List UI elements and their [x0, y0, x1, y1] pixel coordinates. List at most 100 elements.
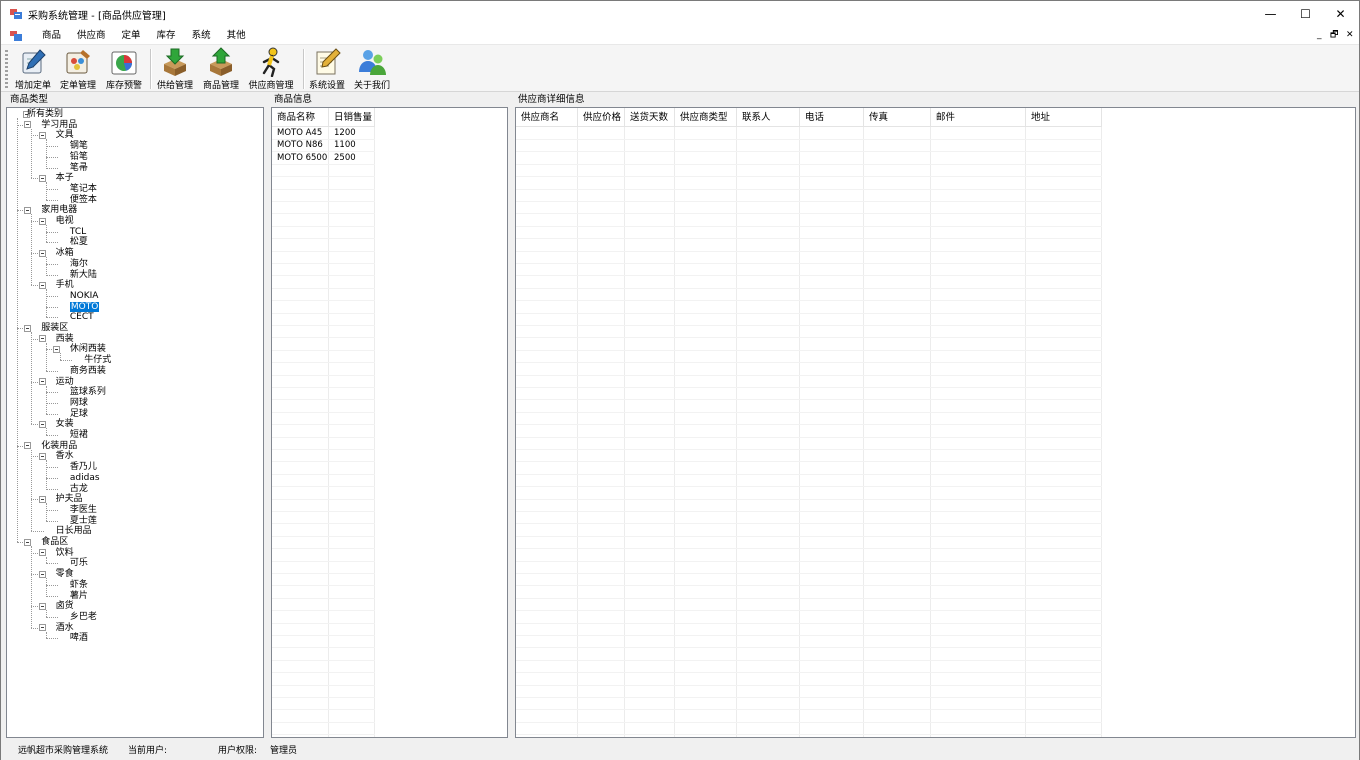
tree-node-34[interactable]: adidas	[70, 473, 100, 483]
supplier-grid[interactable]: 供应商名 供应价格 送货天数 供应商类型 联系人 电话 传真 邮件 地址	[515, 107, 1356, 748]
tree-node-5[interactable]: 笔帚	[70, 163, 88, 173]
tree-expander-icon[interactable]	[38, 570, 46, 578]
tree-node-2[interactable]: 文具	[56, 130, 74, 140]
tree-expander-icon[interactable]	[38, 217, 46, 225]
tree-expander-icon[interactable]	[24, 324, 32, 332]
tree-expander-icon[interactable]	[38, 281, 46, 289]
tree-node-25[interactable]: 运动	[56, 377, 74, 387]
goods-col-sales-header[interactable]: 日销售量	[329, 108, 375, 127]
tree-expander-icon[interactable]	[38, 131, 46, 139]
mdi-restore-button[interactable]: 🗗	[1330, 27, 1338, 44]
tree-node-24[interactable]: 商务西装	[70, 366, 106, 376]
add-order-button[interactable]: 增加定单	[13, 47, 53, 91]
menu-supplier[interactable]: 供应商	[69, 27, 114, 44]
tree-node-6[interactable]: 本子	[56, 173, 74, 183]
menu-order[interactable]: 定单	[114, 27, 149, 44]
tree-node-31[interactable]: 化装用品	[41, 441, 77, 451]
table-row[interactable]: MOTO N86 1100	[272, 139, 375, 151]
tree-node-42[interactable]: 可乐	[70, 558, 88, 568]
tree-node-47[interactable]: 乡巴老	[70, 612, 97, 622]
tree-expander-icon[interactable]	[38, 335, 46, 343]
menu-other[interactable]: 其他	[219, 27, 254, 44]
system-settings-button[interactable]: 系统设置	[307, 47, 347, 91]
tree-node-9[interactable]: 家用电器	[41, 205, 77, 215]
tree-node-17[interactable]: NOKIA	[70, 291, 99, 301]
close-button[interactable]: ✕	[1323, 1, 1358, 27]
table-row[interactable]: MOTO 6500 2500	[272, 152, 375, 164]
supplier-col-header-4[interactable]: 联系人	[737, 108, 800, 127]
tree-node-21[interactable]: 西装	[56, 334, 74, 344]
tree-node-30[interactable]: 短裙	[70, 430, 88, 440]
tree-node-35[interactable]: 古龙	[70, 484, 88, 494]
tree-node-45[interactable]: 薯片	[70, 591, 88, 601]
mdi-close-button[interactable]: ✕	[1346, 27, 1354, 44]
order-manage-button[interactable]: 定单管理	[58, 47, 98, 91]
tree-node-16[interactable]: 手机	[56, 280, 74, 290]
tree-node-40[interactable]: 食品区	[41, 537, 68, 547]
supplier-col-header-1[interactable]: 供应价格	[578, 108, 625, 127]
tree-node-23[interactable]: 牛仔式	[84, 355, 111, 365]
supply-manage-button[interactable]: 供给管理	[154, 47, 196, 91]
tree-node-41[interactable]: 饮料	[56, 548, 74, 558]
tree-node-13[interactable]: 冰箱	[56, 248, 74, 258]
tree-expander-icon[interactable]	[38, 452, 46, 460]
tree-node-38[interactable]: 夏士莲	[70, 516, 97, 526]
supplier-col-header-2[interactable]: 送货天数	[625, 108, 675, 127]
tree-expander-icon[interactable]	[38, 249, 46, 257]
tree-expander-icon[interactable]	[38, 378, 46, 385]
tree-expander-icon[interactable]	[38, 602, 46, 610]
goods-manage-button[interactable]: 商品管理	[200, 47, 242, 91]
tree-node-7[interactable]: 笔记本	[70, 184, 97, 194]
supplier-col-header-3[interactable]: 供应商类型	[675, 108, 737, 127]
tree-node-28[interactable]: 足球	[70, 409, 88, 419]
mdi-child-icon[interactable]	[10, 30, 22, 41]
tree-node-14[interactable]: 海尔	[70, 259, 88, 269]
supplier-col-header-5[interactable]: 电话	[800, 108, 864, 127]
tree-expander-icon[interactable]	[24, 206, 32, 214]
tree-node-18[interactable]: MOTO	[69, 301, 100, 312]
tree-node-26[interactable]: 篮球系列	[70, 387, 106, 397]
menu-goods[interactable]: 商品	[34, 27, 69, 44]
tree-node-32[interactable]: 香水	[56, 451, 74, 461]
about-us-button[interactable]: 关于我们	[352, 47, 392, 91]
minimize-button[interactable]: —	[1253, 1, 1288, 27]
tree-node-19[interactable]: CECT	[70, 312, 94, 322]
tree-node-8[interactable]: 便签本	[70, 195, 97, 205]
tree-expander-icon[interactable]	[38, 420, 46, 428]
tree-node-15[interactable]: 新大陆	[70, 270, 97, 280]
tree-node-1[interactable]: 学习用品	[41, 120, 77, 130]
tree-expander-icon[interactable]	[52, 345, 60, 353]
supplier-manage-button[interactable]: 供应商管理	[247, 47, 295, 91]
table-row[interactable]: MOTO A45 1200	[272, 127, 375, 139]
tree-expander-icon[interactable]	[38, 624, 46, 632]
tree-expander-icon[interactable]	[38, 174, 46, 182]
menu-system[interactable]: 系统	[184, 27, 219, 44]
category-tree[interactable]: 所有类别 学习用品 文具 钢笔 铅笔 笔帚 本子 笔记本 便签本 家用电器 电视 TCL 松夏 冰箱 海尔新…	[6, 107, 264, 738]
supplier-col-header-7[interactable]: 邮件	[931, 108, 1026, 127]
maximize-button[interactable]: ☐	[1288, 1, 1323, 27]
tree-node-10[interactable]: 电视	[56, 216, 74, 226]
tree-node-48[interactable]: 酒水	[56, 623, 74, 633]
tree-expander-icon[interactable]	[38, 495, 46, 503]
tree-expander-icon[interactable]	[24, 121, 32, 129]
supplier-col-header-6[interactable]: 传真	[864, 108, 931, 127]
tree-node-49[interactable]: 啤酒	[70, 633, 88, 643]
tree-node-0[interactable]: 所有类别	[27, 109, 63, 119]
tree-node-22[interactable]: 休闲西装	[70, 344, 106, 354]
tree-node-4[interactable]: 铅笔	[70, 152, 88, 162]
supplier-col-header-0[interactable]: 供应商名	[516, 108, 578, 127]
tree-expander-icon[interactable]	[24, 538, 32, 546]
tree-expander-icon[interactable]	[24, 442, 32, 450]
tree-node-3[interactable]: 钢笔	[70, 141, 88, 151]
tree-expander-icon[interactable]	[38, 549, 46, 557]
stock-warning-button[interactable]: 库存预警	[104, 47, 144, 91]
goods-grid[interactable]: 商品名称 日销售量 MOTO A45 1200 MOTO N86 1100 MOTO 6…	[271, 107, 508, 738]
tree-node-44[interactable]: 虾条	[70, 580, 88, 590]
goods-col-name-header[interactable]: 商品名称	[272, 108, 329, 127]
tree-node-20[interactable]: 服装区	[41, 323, 68, 333]
tree-node-46[interactable]: 卤货	[56, 601, 74, 611]
mdi-minimize-button[interactable]: _	[1317, 27, 1322, 44]
tree-node-33[interactable]: 香乃儿	[70, 462, 97, 472]
menu-inventory[interactable]: 库存	[149, 27, 184, 44]
tree-node-37[interactable]: 李医生	[70, 505, 97, 515]
